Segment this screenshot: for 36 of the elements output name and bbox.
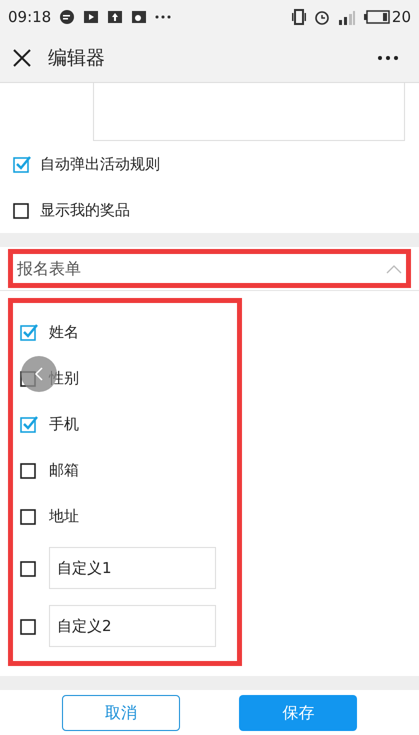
checked-checkbox[interactable] (19, 414, 39, 434)
alarm-icon (314, 9, 330, 25)
app-icon (131, 9, 148, 25)
field-label: 邮箱 (49, 460, 79, 481)
custom-field-input[interactable]: 自定义2 (49, 605, 216, 647)
custom-field-input[interactable]: 自定义1 (49, 547, 216, 589)
close-icon[interactable] (12, 48, 32, 68)
battery-level: 20 (392, 6, 411, 28)
field-label: 地址 (49, 506, 79, 527)
section-header[interactable]: 报名表单 (8, 249, 411, 288)
checkbox[interactable] (19, 506, 39, 526)
field-label: 性别 (49, 368, 79, 389)
field-label: 手机 (49, 414, 79, 435)
upload-icon (107, 9, 124, 25)
more-icon[interactable] (377, 55, 399, 61)
option-label: 显示我的奖品 (40, 200, 130, 221)
chevron-up-icon (386, 264, 402, 274)
play-icon (83, 9, 100, 25)
chat-icon (59, 9, 76, 25)
more-notifications-icon (155, 15, 172, 19)
section-title: 报名表单 (17, 258, 81, 280)
checkbox[interactable] (19, 460, 39, 480)
checkbox[interactable] (12, 200, 32, 220)
chevron-left-icon (34, 366, 44, 382)
window-title: 编辑器 (48, 46, 105, 71)
cancel-button[interactable]: 取消 (62, 694, 180, 730)
field-label: 姓名 (49, 322, 79, 343)
checkbox[interactable] (19, 616, 39, 636)
checked-checkbox[interactable] (19, 322, 39, 342)
checkbox[interactable] (19, 558, 39, 578)
battery-icon (364, 10, 390, 24)
vibrate-icon (292, 9, 306, 25)
status-time: 09:18 (8, 6, 52, 28)
checked-checkbox[interactable] (12, 154, 32, 174)
signal-icon (338, 9, 356, 25)
option-label: 自动弹出活动规则 (40, 154, 160, 175)
